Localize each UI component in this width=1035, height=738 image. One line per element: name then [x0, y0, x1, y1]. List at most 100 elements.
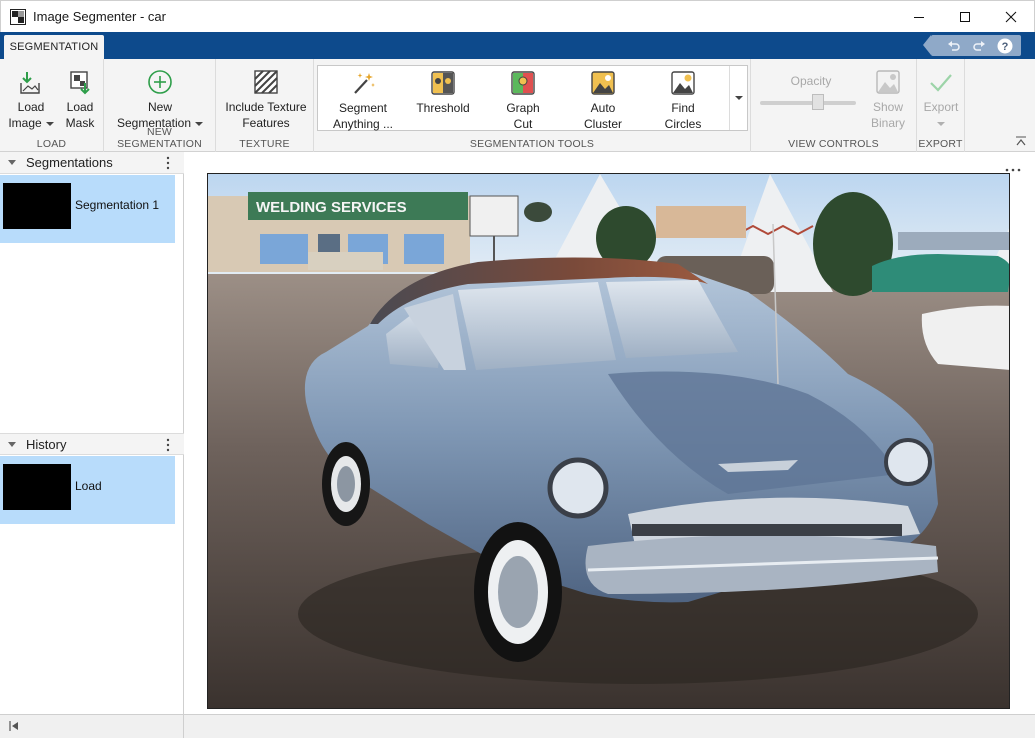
history-title: History: [26, 436, 67, 452]
show-binary-label-2: Binary: [870, 116, 905, 130]
graph-cut-icon: [511, 71, 535, 95]
load-mask-label-1: Load: [66, 100, 94, 114]
show-binary-icon: [876, 70, 900, 94]
segmentation-tools-gallery: Segment Anything ... Threshold Graph Cut: [317, 65, 748, 131]
load-image-icon: [20, 72, 40, 94]
load-mask-label-2: Mask: [65, 116, 95, 130]
load-image-label-1: Load: [17, 100, 45, 114]
find-circles-label-2: Circles: [664, 117, 702, 131]
chevron-down-icon: [937, 121, 945, 126]
left-panel: Segmentations Segmentation 1 History Loa…: [0, 152, 184, 714]
segment-anything-button[interactable]: Segment Anything ...: [330, 70, 396, 132]
auto-cluster-label-1: Auto: [590, 101, 616, 115]
image-display[interactable]: WELDING SERVICES: [207, 173, 1010, 709]
graph-cut-button[interactable]: Graph Cut: [490, 70, 556, 132]
segmentation-thumbnail: [3, 183, 71, 229]
svg-text:WELDING SERVICES: WELDING SERVICES: [256, 199, 407, 216]
new-segmentation-label-1: New: [147, 100, 172, 114]
section-load: Load Image Load Mask LOAD: [0, 59, 104, 152]
minimize-icon: [914, 17, 924, 18]
section-label-segmentation-tools: SEGMENTATION TOOLS: [469, 138, 595, 150]
auto-cluster-label-2: Cluster: [583, 117, 622, 131]
load-mask-icon: [70, 71, 90, 95]
load-image-button[interactable]: Load Image: [6, 69, 56, 131]
graph-cut-label-2: Cut: [513, 117, 533, 131]
add-circle-icon: [148, 70, 172, 94]
redo-icon: [973, 40, 985, 51]
undo-button[interactable]: [945, 37, 963, 54]
ribbon-tab-strip: SEGMENTATION: [0, 32, 1035, 59]
texture-icon: [254, 70, 278, 94]
gallery-expand-button[interactable]: [729, 66, 747, 130]
threshold-label-1: Threshold: [416, 101, 470, 115]
status-bar: [0, 714, 1035, 738]
chevron-down-icon[interactable]: [8, 441, 16, 447]
more-options-icon[interactable]: [1005, 168, 1021, 172]
section-view-controls: Opacity Show Binary VIEW CONTROLS: [751, 59, 917, 152]
section-label-view-controls: VIEW CONTROLS: [788, 138, 879, 150]
title-bar: Image Segmenter - car: [0, 0, 1035, 32]
section-export: Export EXPORT: [917, 59, 965, 152]
app-icon: [10, 8, 26, 25]
status-bar-left: [0, 715, 184, 738]
history-panel-header[interactable]: History: [0, 433, 184, 455]
minimize-button[interactable]: [896, 1, 942, 33]
section-label-new-segmentation: NEW SEGMENTATION: [117, 126, 202, 150]
segmentations-title: Segmentations: [26, 155, 113, 170]
find-circles-icon: [671, 71, 695, 95]
history-item-label: Load: [75, 479, 102, 493]
section-label-load: LOAD: [36, 138, 67, 150]
include-texture-label-1: Include Texture: [225, 100, 307, 114]
maximize-icon: [960, 12, 970, 22]
opacity-slider-thumb[interactable]: [811, 94, 824, 110]
section-label-export: EXPORT: [918, 138, 963, 150]
show-binary-button[interactable]: Show Binary: [867, 69, 909, 131]
collapse-ribbon-icon[interactable]: [1015, 135, 1027, 147]
opacity-slider-track[interactable]: [760, 101, 856, 105]
new-segmentation-button[interactable]: New Segmentation: [112, 69, 208, 131]
segmentation-item[interactable]: Segmentation 1: [0, 175, 175, 243]
chevron-down-icon: [45, 121, 54, 126]
redo-button[interactable]: [970, 37, 988, 54]
tab-segmentation[interactable]: SEGMENTATION: [4, 35, 104, 59]
chevron-down-icon: [734, 96, 743, 100]
opacity-label: Opacity: [790, 74, 832, 88]
history-item[interactable]: Load: [0, 456, 175, 524]
include-texture-label-2: Features: [242, 116, 290, 130]
section-label-texture: TEXTURE: [239, 138, 290, 150]
auto-cluster-button[interactable]: Auto Cluster: [570, 70, 636, 132]
export-label: Export: [923, 100, 959, 114]
threshold-icon: [431, 71, 455, 95]
show-binary-label-1: Show: [872, 100, 904, 114]
svg-text:?: ?: [1002, 41, 1009, 53]
segment-anything-label-2: Anything ...: [332, 117, 394, 131]
kebab-menu-icon[interactable]: [166, 156, 170, 170]
quick-access-toolbar: ?: [923, 35, 1021, 56]
history-thumbnail: [3, 464, 71, 510]
collapse-panel-icon[interactable]: [8, 720, 20, 732]
section-texture: Include Texture Features TEXTURE: [216, 59, 314, 152]
threshold-button[interactable]: Threshold: [410, 70, 476, 116]
magic-wand-icon: [354, 73, 375, 94]
close-icon: [1005, 11, 1017, 23]
kebab-menu-icon[interactable]: [166, 438, 170, 452]
segmentations-panel-header[interactable]: Segmentations: [0, 152, 184, 174]
ribbon: Load Image Load Mask LOAD New Segmentati…: [0, 59, 1035, 152]
auto-cluster-icon: [591, 71, 615, 95]
segment-anything-label-1: Segment: [338, 101, 388, 115]
load-mask-button[interactable]: Load Mask: [58, 69, 102, 131]
graph-cut-label-1: Graph: [506, 101, 540, 115]
help-button[interactable]: ?: [996, 37, 1014, 54]
include-texture-button[interactable]: Include Texture Features: [220, 69, 312, 131]
image-canvas-area: WELDING SERVICES: [185, 152, 1035, 714]
chevron-down-icon[interactable]: [8, 160, 16, 165]
export-button[interactable]: Export: [919, 69, 963, 131]
car-photo: WELDING SERVICES: [208, 174, 1009, 708]
close-button[interactable]: [988, 1, 1034, 33]
find-circles-label-1: Find: [671, 101, 695, 115]
maximize-button[interactable]: [942, 1, 988, 33]
segmentation-item-label: Segmentation 1: [75, 198, 160, 212]
section-new-segmentation: New Segmentation NEW SEGMENTATION: [104, 59, 216, 152]
find-circles-button[interactable]: Find Circles: [650, 70, 716, 132]
window-title: Image Segmenter - car: [33, 9, 166, 24]
